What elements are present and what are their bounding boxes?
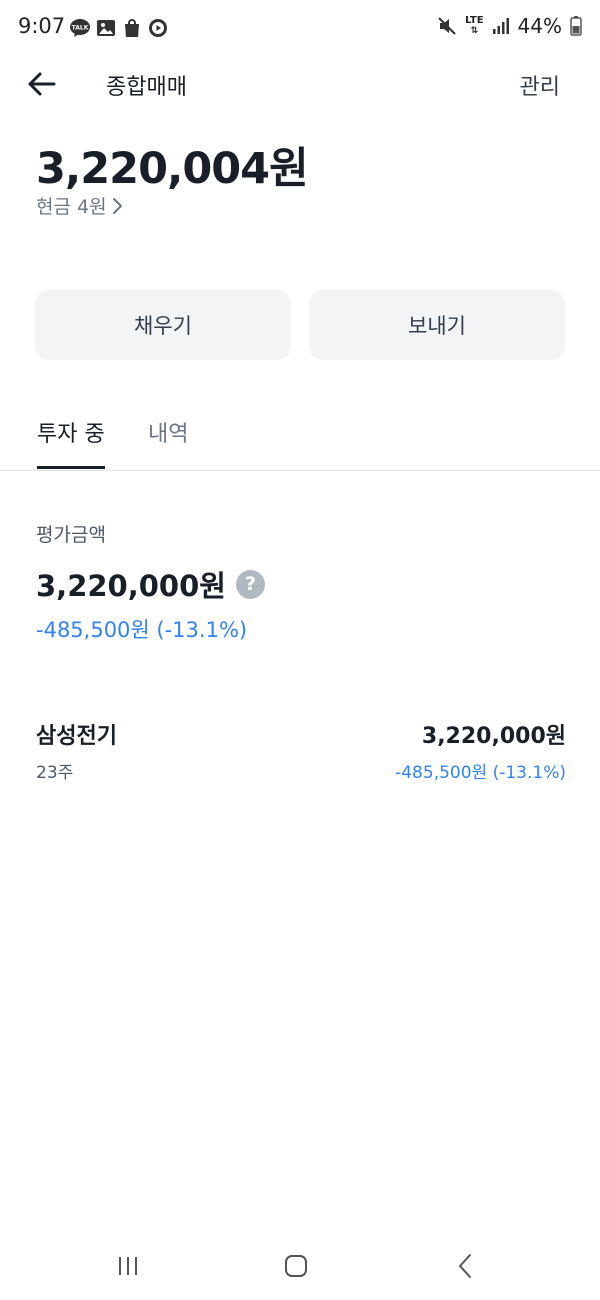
evaluation-amount-row: 3,220,000원 ?	[36, 563, 265, 605]
holding-name: 삼성전기	[36, 724, 117, 749]
evaluation-amount: 3,220,000원	[36, 569, 226, 603]
holding-row[interactable]: 삼성전기 23주 3,220,000원 -485,500원 (-13.1%)	[36, 712, 566, 788]
battery-icon	[570, 16, 582, 36]
signal-icon	[492, 18, 509, 34]
cash-balance-link[interactable]: 현금 4원	[36, 192, 125, 219]
tab-history[interactable]: 내역	[148, 416, 188, 448]
system-back-button[interactable]	[446, 1246, 486, 1286]
manage-button[interactable]: 관리	[520, 69, 560, 101]
cash-balance-label: 현금 4원	[36, 196, 107, 218]
page-title: 종합매매	[106, 75, 187, 100]
shopping-bag-icon	[125, 19, 139, 37]
media-play-icon	[149, 19, 167, 37]
recent-apps-icon	[119, 1257, 137, 1275]
home-button[interactable]	[276, 1246, 316, 1286]
status-time: 9:07	[18, 14, 66, 38]
total-balance: 3,220,004원	[36, 144, 309, 194]
deposit-button[interactable]: 채우기	[35, 290, 291, 360]
gallery-icon	[97, 20, 115, 36]
network-label: LTE	[465, 15, 484, 26]
send-button[interactable]: 보내기	[309, 290, 565, 360]
battery-percent: 44%	[517, 14, 562, 38]
arrow-left-icon	[28, 72, 56, 96]
active-tab-indicator	[37, 466, 105, 469]
back-button[interactable]	[22, 64, 62, 104]
kakaotalk-badge-text: TALK	[72, 25, 89, 32]
chevron-left-icon	[459, 1254, 471, 1278]
home-icon	[285, 1255, 307, 1277]
action-buttons: 채우기 보내기	[35, 290, 565, 360]
tab-bar: 투자 중 내역	[0, 400, 600, 471]
holding-quantity: 23주	[36, 763, 74, 783]
kakaotalk-icon: TALK	[70, 19, 90, 37]
holding-value: 3,220,000원	[421, 724, 566, 749]
notification-icons: TALK	[70, 18, 168, 38]
holding-change: -485,500원 (-13.1%)	[395, 763, 566, 783]
evaluation-change: -485,500원 (-13.1%)	[36, 618, 248, 642]
network-type: LTE ⇅	[465, 15, 484, 37]
mute-icon	[438, 17, 456, 35]
tab-investing[interactable]: 투자 중	[37, 416, 105, 448]
status-bar: 9:07 TALK LTE ⇅ 44%	[0, 0, 600, 56]
evaluation-label: 평가금액	[36, 524, 106, 546]
chevron-right-icon	[112, 197, 122, 214]
system-navigation-bar	[0, 1230, 600, 1300]
recent-apps-button[interactable]	[108, 1246, 148, 1286]
help-icon[interactable]: ?	[235, 569, 265, 599]
app-header: 종합매매 관리	[0, 56, 600, 112]
system-status: LTE ⇅ 44%	[437, 14, 582, 38]
